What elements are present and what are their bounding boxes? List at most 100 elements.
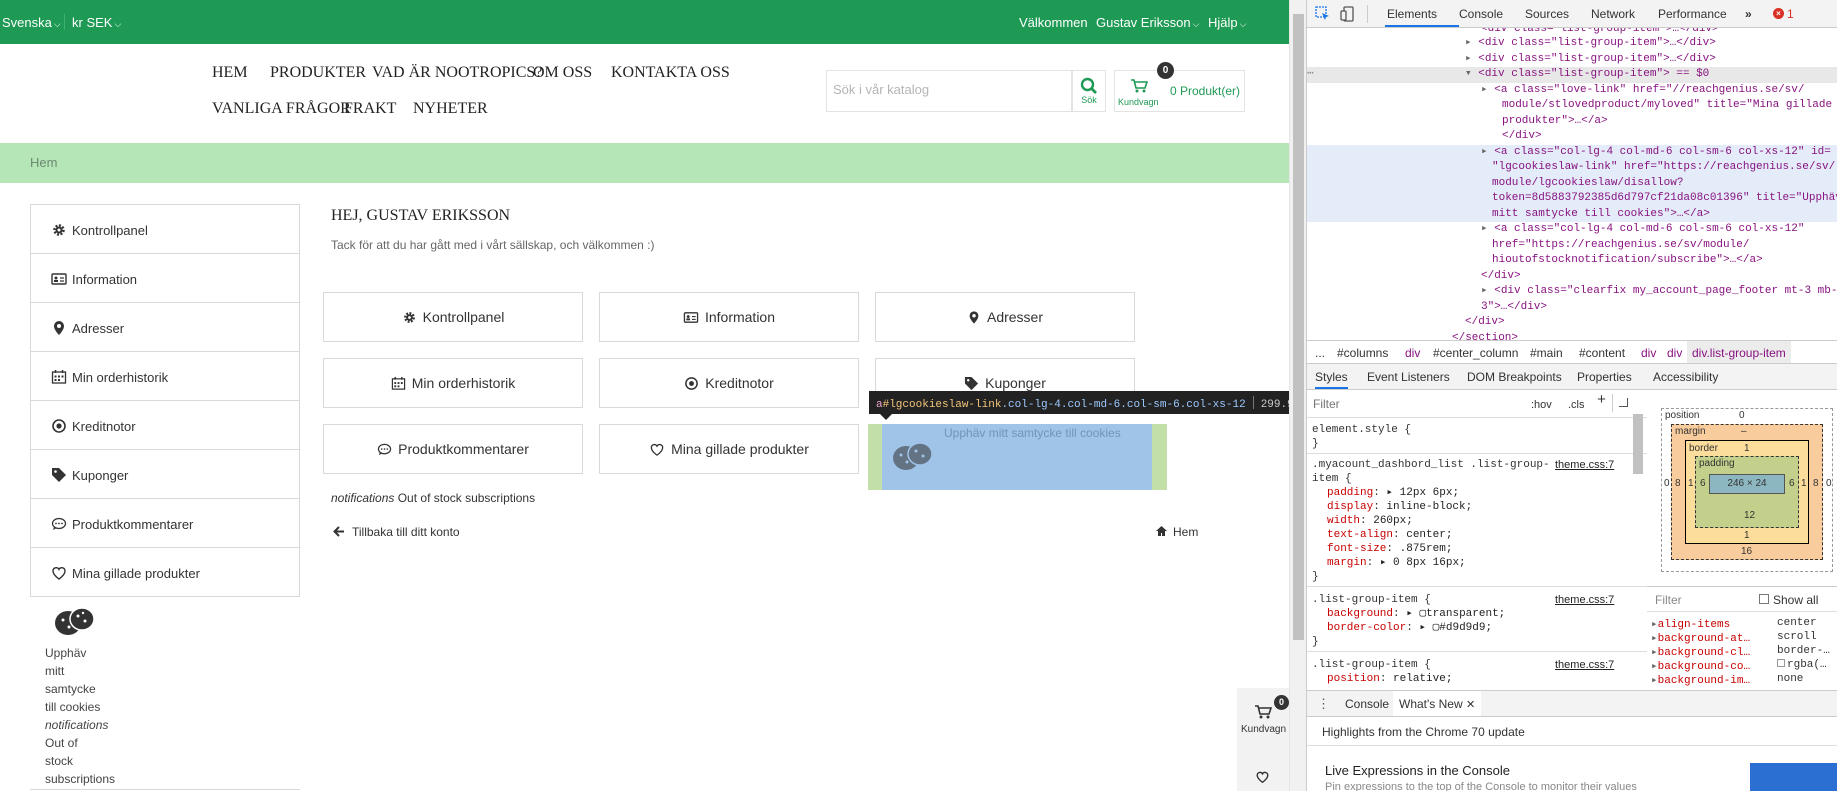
withdraw-cookie-consent-card[interactable]: Upphäv mitt samtycke till cookies bbox=[868, 424, 1167, 490]
dom-line[interactable]: "lgcookieslaw-link" href="https://reachg… bbox=[1492, 160, 1835, 176]
drawer-tab-console[interactable]: Console bbox=[1345, 697, 1389, 711]
computed-prop[interactable]: ▸background-cl… bbox=[1651, 645, 1750, 659]
nav-item-products[interactable]: Produkter bbox=[270, 64, 366, 82]
dom-line[interactable]: ▸ <a class="col-lg-4 col-md-6 col-sm-6 c… bbox=[1481, 145, 1831, 161]
nav-item-contact[interactable]: Kontakta oss bbox=[611, 64, 730, 82]
dashboard-card[interactable]: Kontrollpanel bbox=[323, 292, 583, 342]
dom-line[interactable]: href="https://reachgenius.se/sv/module/ bbox=[1492, 238, 1749, 254]
nav-item-about[interactable]: Om oss bbox=[533, 64, 592, 82]
cls-button[interactable]: .cls bbox=[1568, 398, 1585, 412]
dom-line[interactable]: mitt samtycke till cookies">…</a> bbox=[1492, 207, 1710, 223]
tab-performance[interactable]: Performance bbox=[1658, 7, 1727, 21]
more-tabs-icon[interactable]: » bbox=[1745, 7, 1752, 21]
help-menu[interactable]: Hjälp ⌵ bbox=[1208, 15, 1246, 30]
toggle-sidebar-icon[interactable] bbox=[1619, 398, 1628, 407]
nav-item-news[interactable]: Nyheter bbox=[413, 100, 488, 118]
scrollbar-thumb[interactable] bbox=[1293, 14, 1304, 640]
style-rule-line[interactable]: .myacount_dashbord_list .list-group- bbox=[1312, 458, 1550, 472]
crumb[interactable]: div bbox=[1641, 346, 1656, 360]
dom-line[interactable]: module/stlovedproduct/myloved" title="Mi… bbox=[1502, 98, 1832, 114]
page-scrollbar[interactable] bbox=[1289, 0, 1306, 791]
styles-filter-input[interactable] bbox=[1313, 396, 1523, 412]
computed-prop[interactable]: ▸background-co… bbox=[1651, 659, 1750, 673]
show-all-checkbox[interactable] bbox=[1759, 594, 1769, 604]
dom-line[interactable]: module/lgcookieslaw/disallow? bbox=[1492, 176, 1683, 192]
drawer-menu-icon[interactable]: ⋮ bbox=[1317, 696, 1330, 712]
style-rule-line[interactable]: .list-group-item { bbox=[1312, 658, 1431, 672]
computed-prop[interactable]: ▸background-im… bbox=[1651, 673, 1750, 687]
tab-properties[interactable]: Properties bbox=[1577, 370, 1632, 384]
order-history-card[interactable]: Min orderhistorik bbox=[323, 358, 583, 408]
tab-sources[interactable]: Sources bbox=[1525, 7, 1569, 21]
sidebar-item-liked-products[interactable]: Mina gillade produkter bbox=[31, 548, 299, 597]
whats-new-thumbnail[interactable] bbox=[1750, 763, 1837, 791]
tab-console[interactable]: Console bbox=[1459, 7, 1503, 21]
tab-accessibility[interactable]: Accessibility bbox=[1653, 370, 1718, 384]
dom-line[interactable]: token=8d5883792385d6d797cf21da08c01396" … bbox=[1492, 191, 1837, 207]
device-toolbar-icon[interactable] bbox=[1340, 6, 1356, 22]
add-rule-icon[interactable]: + bbox=[1597, 393, 1606, 408]
dom-line[interactable]: </section> bbox=[1452, 331, 1518, 340]
inspect-cursor-icon[interactable] bbox=[1315, 6, 1331, 22]
back-to-account-link[interactable]: Tillbaka till ditt konto bbox=[333, 525, 460, 539]
dom-tree[interactable]: <div class="list-group-item">…</div> ▸ <… bbox=[1307, 28, 1837, 340]
whats-new-headline[interactable]: Live Expressions in the Console bbox=[1325, 763, 1510, 778]
tab-dom-breakpoints[interactable]: DOM Breakpoints bbox=[1467, 370, 1562, 384]
computed-filter-input[interactable]: Filter bbox=[1655, 593, 1682, 607]
style-rule-line[interactable]: .list-group-item { bbox=[1312, 593, 1431, 607]
nav-item-faq[interactable]: Vanliga frågor bbox=[212, 100, 351, 118]
crumb[interactable]: #main bbox=[1530, 346, 1563, 360]
tab-event-listeners[interactable]: Event Listeners bbox=[1367, 370, 1450, 384]
crumb[interactable]: ... bbox=[1315, 346, 1325, 360]
product-comments-card[interactable]: Produktkommentarer bbox=[323, 424, 583, 474]
style-source-link[interactable]: theme.css:7 bbox=[1555, 458, 1614, 472]
credit-notes-card[interactable]: Kreditnotor bbox=[599, 358, 859, 408]
tab-elements[interactable]: Elements bbox=[1387, 7, 1437, 21]
dom-line[interactable]: ▸ <div class="list-group-item">…</div> bbox=[1465, 36, 1716, 52]
sidebar-item-dashboard[interactable]: Kontrollpanel bbox=[31, 205, 299, 254]
crumb[interactable]: div bbox=[1405, 346, 1420, 360]
dom-line[interactable]: ▸ <a class="col-lg-4 col-md-6 col-sm-6 c… bbox=[1481, 222, 1805, 238]
heart-icon[interactable] bbox=[1255, 770, 1270, 784]
tab-styles[interactable]: Styles bbox=[1315, 364, 1348, 389]
color-swatch[interactable] bbox=[1777, 659, 1785, 667]
style-prop[interactable]: background: ▸ ▢transparent; bbox=[1327, 607, 1505, 621]
dom-line[interactable]: ▸ <a class="love-link" href="//reachgeni… bbox=[1481, 83, 1805, 99]
style-prop[interactable]: position: relative; bbox=[1327, 672, 1452, 686]
dom-line[interactable]: </div> bbox=[1502, 129, 1542, 145]
withdraw-cookie-consent-link[interactable]: Upphäv mitt samtycke till cookies bbox=[45, 644, 100, 716]
style-prop[interactable]: padding: ▸ 12px 6px; bbox=[1327, 486, 1459, 500]
sidebar-item-product-comments[interactable]: Produktkommentarer bbox=[31, 499, 299, 548]
dom-line[interactable]: hioutofstocknotification/subscribe">…</a… bbox=[1492, 253, 1763, 269]
crumb[interactable]: #center_column bbox=[1433, 346, 1518, 360]
liked-products-card[interactable]: Mina gillade produkter bbox=[599, 424, 859, 474]
nav-item-shipping[interactable]: Frakt bbox=[344, 100, 396, 118]
style-prop[interactable]: text-align: center; bbox=[1327, 528, 1452, 542]
computed-prop[interactable]: ▸background-at… bbox=[1651, 631, 1750, 645]
dom-line[interactable]: produkter">…</a> bbox=[1502, 114, 1608, 130]
error-count[interactable]: 1 bbox=[1787, 7, 1794, 21]
dom-line[interactable]: </div> bbox=[1481, 269, 1521, 285]
information-card[interactable]: Information bbox=[599, 292, 859, 342]
hov-button[interactable]: :hov bbox=[1531, 398, 1552, 412]
language-selector[interactable]: Svenska ⌵ bbox=[2, 15, 61, 30]
style-prop[interactable]: font-size: .875rem; bbox=[1327, 542, 1452, 556]
user-menu[interactable]: Gustav Eriksson ⌵ bbox=[1096, 15, 1199, 30]
style-prop[interactable]: width: 260px; bbox=[1327, 514, 1413, 528]
crumb-selected[interactable]: div.list-group-item bbox=[1687, 341, 1791, 363]
style-prop[interactable]: margin: ▸ 0 8px 16px; bbox=[1327, 556, 1466, 570]
crumb[interactable]: #content bbox=[1579, 346, 1625, 360]
crumb[interactable]: #columns bbox=[1337, 346, 1388, 360]
home-link[interactable]: Hem bbox=[1155, 525, 1198, 539]
dom-line[interactable]: </div> bbox=[1465, 315, 1505, 331]
tab-network[interactable]: Network bbox=[1591, 7, 1635, 21]
sidebar-item-order-history[interactable]: Min orderhistorik bbox=[31, 352, 299, 401]
style-source-link[interactable]: theme.css:7 bbox=[1555, 593, 1614, 607]
sidebar-item-information[interactable]: Information bbox=[31, 254, 299, 303]
style-source-link[interactable]: theme.css:7 bbox=[1555, 658, 1614, 672]
style-prop[interactable]: border-color: ▸ ▢#d9d9d9; bbox=[1327, 621, 1492, 635]
search-button[interactable]: Sök bbox=[1072, 70, 1106, 112]
currency-selector[interactable]: kr SEK ⌵ bbox=[72, 15, 121, 30]
ellipsis-icon[interactable]: ⋯ bbox=[1307, 67, 1314, 83]
dom-line-selected[interactable]: ▾ <div class="list-group-item"> == $0 bbox=[1465, 67, 1709, 83]
